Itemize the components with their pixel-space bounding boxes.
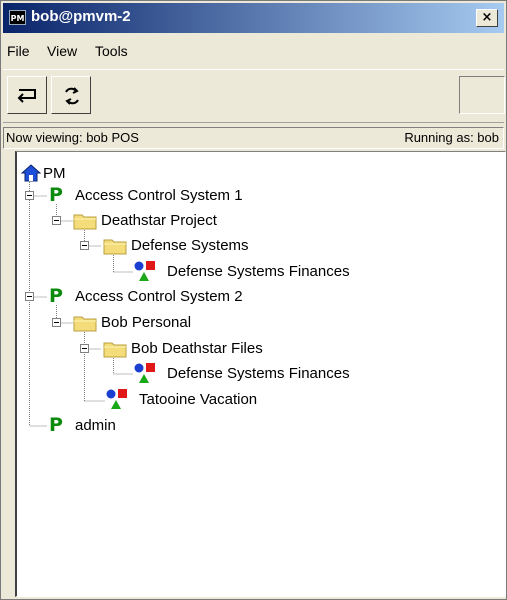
- expander-deathstar-project[interactable]: [52, 216, 61, 225]
- refresh-button[interactable]: [51, 76, 91, 114]
- menu-view[interactable]: View: [47, 43, 77, 59]
- folder-icon: [103, 239, 127, 255]
- tree-node-label: admin: [75, 417, 116, 434]
- folder-icon: [73, 214, 97, 230]
- app-window: PM bob@pmvm-2 × File View Tools Now view…: [0, 0, 507, 600]
- expander-bob-personal[interactable]: [52, 318, 61, 327]
- title-bar[interactable]: PM bob@pmvm-2 ×: [3, 3, 504, 33]
- tree-root-label: PM: [43, 165, 66, 182]
- folder-icon: [73, 316, 97, 332]
- policy-p-icon: P: [49, 285, 63, 307]
- tree-node-label: Defense Systems Finances: [167, 365, 350, 382]
- home-icon: [21, 164, 41, 182]
- object-shapes-icon: [134, 261, 155, 281]
- refresh-icon: [65, 87, 79, 105]
- menu-bar: File View Tools: [3, 37, 504, 65]
- policy-p-icon: P: [49, 414, 63, 436]
- tree-node-label: Deathstar Project: [101, 212, 217, 229]
- policy-p-icon: P: [49, 184, 63, 206]
- expander-defense-systems[interactable]: [80, 241, 89, 250]
- status-viewing: Now viewing: bob POS: [6, 130, 139, 145]
- tree-node-label: Bob Personal: [101, 314, 192, 331]
- app-logo-icon: PM: [9, 10, 26, 25]
- tree-node-label: Defense Systems: [131, 237, 249, 254]
- tree-node-label: Defense Systems Finances: [167, 263, 350, 280]
- tree-view[interactable]: PM P Access Control System 1 Deathstar P…: [15, 151, 506, 597]
- folder-icon: [103, 342, 127, 358]
- menu-file[interactable]: File: [7, 43, 30, 59]
- toolbar-panel: [459, 76, 505, 114]
- status-running-as: Running as: bob: [404, 130, 499, 145]
- return-button[interactable]: [7, 76, 47, 114]
- expander-acs2[interactable]: [25, 292, 34, 301]
- tree-node-label: Access Control System 1: [75, 187, 243, 204]
- expander-acs1[interactable]: [25, 191, 34, 200]
- object-shapes-icon: [134, 363, 155, 383]
- close-button[interactable]: ×: [476, 9, 498, 27]
- expander-bob-deathstar-files[interactable]: [80, 344, 89, 353]
- object-shapes-icon: [106, 389, 127, 409]
- tree-node-label: Tatooine Vacation: [139, 391, 258, 408]
- tree-node-label: Bob Deathstar Files: [131, 340, 263, 357]
- window-title: bob@pmvm-2: [31, 8, 131, 25]
- status-bar: Now viewing: bob POS Running as: bob: [3, 127, 504, 149]
- toolbar: [3, 69, 505, 123]
- tree-node-label: Access Control System 2: [75, 288, 243, 305]
- return-arrow-icon: [17, 89, 36, 103]
- menu-tools[interactable]: Tools: [95, 43, 128, 59]
